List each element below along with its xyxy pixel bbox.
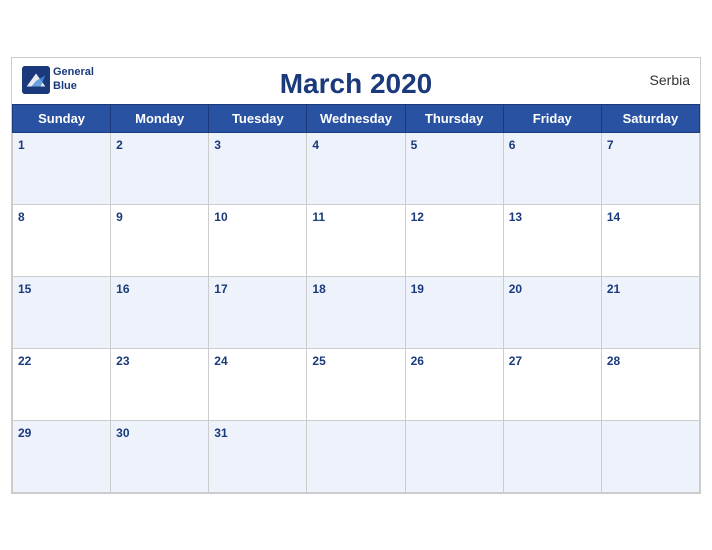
calendar-container: General Blue March 2020 Serbia SundayMon… (11, 57, 701, 494)
calendar-cell (601, 420, 699, 492)
calendar-cell: 23 (111, 348, 209, 420)
calendar-cell: 18 (307, 276, 405, 348)
weekday-header-row: SundayMondayTuesdayWednesdayThursdayFrid… (13, 104, 700, 132)
weekday-header-wednesday: Wednesday (307, 104, 405, 132)
day-number: 18 (312, 282, 325, 296)
day-number: 3 (214, 138, 221, 152)
logo-text: General Blue (53, 66, 94, 92)
country-label: Serbia (650, 72, 690, 88)
calendar-cell: 26 (405, 348, 503, 420)
day-number: 21 (607, 282, 620, 296)
calendar-cell: 16 (111, 276, 209, 348)
calendar-cell: 1 (13, 132, 111, 204)
day-number: 1 (18, 138, 25, 152)
calendar-cell: 12 (405, 204, 503, 276)
calendar-cell: 2 (111, 132, 209, 204)
day-number: 23 (116, 354, 129, 368)
day-number: 10 (214, 210, 227, 224)
day-number: 11 (312, 210, 325, 224)
day-number: 9 (116, 210, 123, 224)
calendar-cell: 3 (209, 132, 307, 204)
calendar-cell: 14 (601, 204, 699, 276)
weekday-header-saturday: Saturday (601, 104, 699, 132)
weekday-header-friday: Friday (503, 104, 601, 132)
day-number: 6 (509, 138, 516, 152)
day-number: 28 (607, 354, 620, 368)
day-number: 19 (411, 282, 424, 296)
day-number: 17 (214, 282, 227, 296)
calendar-title: March 2020 (32, 68, 680, 100)
calendar-cell: 30 (111, 420, 209, 492)
day-number: 25 (312, 354, 325, 368)
week-row-3: 15 16 17 18 19 20 21 (13, 276, 700, 348)
weekday-header-tuesday: Tuesday (209, 104, 307, 132)
calendar-cell: 8 (13, 204, 111, 276)
week-row-5: 29 30 31 (13, 420, 700, 492)
calendar-cell: 31 (209, 420, 307, 492)
week-row-1: 1 2 3 4 5 6 7 (13, 132, 700, 204)
calendar-cell: 28 (601, 348, 699, 420)
calendar-grid: SundayMondayTuesdayWednesdayThursdayFrid… (12, 104, 700, 493)
day-number: 30 (116, 426, 129, 440)
week-row-4: 22 23 24 25 26 27 28 (13, 348, 700, 420)
day-number: 20 (509, 282, 522, 296)
calendar-cell: 24 (209, 348, 307, 420)
calendar-cell: 5 (405, 132, 503, 204)
calendar-cell: 11 (307, 204, 405, 276)
weekday-header-thursday: Thursday (405, 104, 503, 132)
day-number: 15 (18, 282, 31, 296)
calendar-cell: 29 (13, 420, 111, 492)
weekday-header-sunday: Sunday (13, 104, 111, 132)
day-number: 26 (411, 354, 424, 368)
calendar-cell: 27 (503, 348, 601, 420)
day-number: 7 (607, 138, 614, 152)
calendar-cell: 25 (307, 348, 405, 420)
calendar-cell: 13 (503, 204, 601, 276)
logo-area: General Blue (22, 66, 94, 94)
day-number: 12 (411, 210, 424, 224)
calendar-cell: 21 (601, 276, 699, 348)
calendar-cell: 7 (601, 132, 699, 204)
day-number: 29 (18, 426, 31, 440)
calendar-cell: 4 (307, 132, 405, 204)
calendar-cell: 9 (111, 204, 209, 276)
calendar-cell: 6 (503, 132, 601, 204)
calendar-cell (503, 420, 601, 492)
calendar-cell: 22 (13, 348, 111, 420)
weekday-header-monday: Monday (111, 104, 209, 132)
day-number: 22 (18, 354, 31, 368)
day-number: 31 (214, 426, 227, 440)
calendar-cell: 20 (503, 276, 601, 348)
day-number: 24 (214, 354, 227, 368)
week-row-2: 8 9 10 11 12 13 14 (13, 204, 700, 276)
day-number: 4 (312, 138, 319, 152)
calendar-cell: 19 (405, 276, 503, 348)
day-number: 13 (509, 210, 522, 224)
day-number: 5 (411, 138, 418, 152)
day-number: 16 (116, 282, 129, 296)
day-number: 8 (18, 210, 25, 224)
day-number: 27 (509, 354, 522, 368)
calendar-cell (307, 420, 405, 492)
calendar-cell: 17 (209, 276, 307, 348)
general-blue-logo-icon (22, 66, 50, 94)
calendar-cell: 10 (209, 204, 307, 276)
day-number: 2 (116, 138, 123, 152)
calendar-cell: 15 (13, 276, 111, 348)
calendar-cell (405, 420, 503, 492)
day-number: 14 (607, 210, 620, 224)
calendar-header: General Blue March 2020 Serbia (12, 58, 700, 104)
